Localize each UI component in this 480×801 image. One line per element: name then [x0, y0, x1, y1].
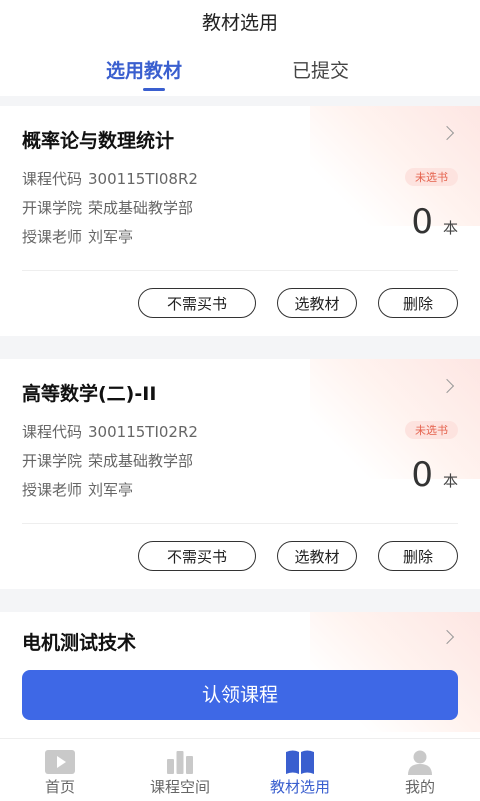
course-teacher-value: 刘军亭 [88, 481, 134, 499]
select-textbook-button[interactable]: 选教材 [277, 541, 357, 571]
book-count-unit: 本 [442, 472, 458, 490]
course-code-label: 课程代码 [22, 170, 83, 188]
book-count: 0本 [411, 202, 458, 242]
course-name: 高等数学(二)-II [22, 383, 157, 405]
status-badge: 未选书 [405, 168, 458, 186]
course-name: 电机测试技术 [22, 632, 137, 654]
book-count-number: 0 [411, 455, 433, 495]
book-count-number: 0 [411, 202, 433, 242]
tab-bar-top: 选用教材 已提交 [0, 56, 480, 96]
no-purchase-button[interactable]: 不需买书 [138, 288, 256, 318]
course-card[interactable]: 概率论与数理统计 课程代码 300115TI08R2 开课学院 荣成基础教学部 授课… [0, 106, 480, 336]
course-teacher: 授课老师 刘军亭 [22, 226, 133, 247]
tabbar-item-textbook-selection[interactable]: 教材选用 [240, 739, 360, 801]
course-teacher: 授课老师 刘军亭 [22, 479, 133, 500]
course-college: 开课学院 荣成基础教学部 [22, 197, 193, 218]
book-icon [286, 750, 314, 774]
tabbar-item-home[interactable]: 首页 [0, 739, 120, 801]
course-name: 概率论与数理统计 [22, 130, 175, 152]
course-code-label: 课程代码 [22, 423, 83, 441]
course-code: 课程代码 300115TI08R2 [22, 168, 198, 189]
bar-chart-icon [167, 751, 193, 774]
claim-course-button[interactable]: 认领课程 [22, 670, 458, 720]
course-card[interactable]: 高等数学(二)-II 课程代码 300115TI02R2 开课学院 荣成基础教学部 … [0, 359, 480, 589]
course-teacher-value: 刘军亭 [88, 228, 134, 246]
no-purchase-button[interactable]: 不需买书 [138, 541, 256, 571]
tabbar-label: 首页 [44, 778, 75, 796]
course-code: 课程代码 300115TI02R2 [22, 421, 198, 442]
tabbar-label: 课程空间 [149, 778, 210, 796]
bottom-tab-bar: 首页 课程空间 教材选用 我的 [0, 738, 480, 801]
delete-button[interactable]: 删除 [378, 288, 458, 318]
course-code-value: 300115TI02R2 [88, 423, 198, 441]
status-badge: 未选书 [405, 421, 458, 439]
divider [22, 270, 458, 271]
tabbar-item-mine[interactable]: 我的 [360, 739, 480, 801]
course-college-label: 开课学院 [22, 199, 83, 217]
course-college: 开课学院 荣成基础教学部 [22, 450, 193, 471]
header: 教材选用 选用教材 已提交 [0, 0, 480, 96]
course-college-value: 荣成基础教学部 [88, 452, 194, 470]
tab-submitted[interactable]: 已提交 [292, 56, 349, 83]
tabbar-label: 我的 [404, 778, 435, 796]
course-teacher-label: 授课老师 [22, 228, 83, 246]
course-teacher-label: 授课老师 [22, 481, 83, 499]
tab-selected-textbooks[interactable]: 选用教材 [106, 56, 182, 83]
delete-button[interactable]: 删除 [378, 541, 458, 571]
course-college-value: 荣成基础教学部 [88, 199, 194, 217]
tabbar-label: 教材选用 [269, 778, 330, 796]
select-textbook-button[interactable]: 选教材 [277, 288, 357, 318]
course-college-label: 开课学院 [22, 452, 83, 470]
book-count-unit: 本 [442, 219, 458, 237]
page-title: 教材选用 [201, 12, 278, 34]
divider [22, 523, 458, 524]
tabbar-item-course-space[interactable]: 课程空间 [120, 739, 240, 801]
book-count: 0本 [411, 455, 458, 495]
course-code-value: 300115TI08R2 [88, 170, 198, 188]
play-icon [45, 750, 75, 774]
person-icon [408, 750, 432, 775]
active-tab-indicator [143, 88, 165, 91]
